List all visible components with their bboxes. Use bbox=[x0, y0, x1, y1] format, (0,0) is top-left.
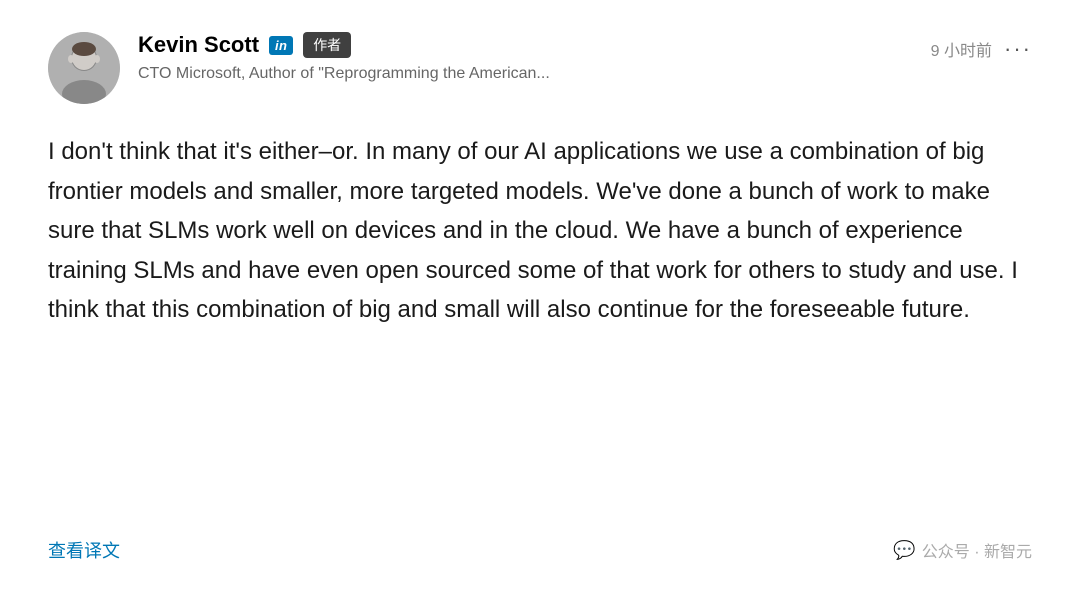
post-body: I don't think that it's either–or. In ma… bbox=[48, 132, 1032, 513]
linkedin-badge[interactable]: in bbox=[269, 36, 293, 55]
user-details: Kevin Scott in 作者 CTO Microsoft, Author … bbox=[138, 32, 550, 86]
post-header: Kevin Scott in 作者 CTO Microsoft, Author … bbox=[48, 32, 1032, 104]
post-footer: 查看译文 💬 公众号 · 新智元 bbox=[48, 537, 1032, 563]
avatar[interactable] bbox=[48, 32, 120, 104]
name-row: Kevin Scott in 作者 bbox=[138, 32, 550, 58]
more-options-button[interactable]: ··· bbox=[1004, 36, 1032, 62]
user-title: CTO Microsoft, Author of "Reprogramming … bbox=[138, 63, 550, 85]
wechat-credit: 💬 公众号 · 新智元 bbox=[893, 538, 1032, 562]
wechat-credit-text: 公众号 · 新智元 bbox=[922, 538, 1032, 562]
translate-link[interactable]: 查看译文 bbox=[48, 537, 120, 563]
post-time: 9 小时前 bbox=[931, 37, 992, 61]
author-badge: 作者 bbox=[303, 32, 351, 58]
post-card: Kevin Scott in 作者 CTO Microsoft, Author … bbox=[0, 0, 1080, 595]
post-meta: 9 小时前 ··· bbox=[931, 32, 1032, 62]
user-name[interactable]: Kevin Scott bbox=[138, 32, 259, 58]
wechat-icon: 💬 bbox=[893, 540, 915, 561]
user-info-section: Kevin Scott in 作者 CTO Microsoft, Author … bbox=[48, 32, 550, 104]
